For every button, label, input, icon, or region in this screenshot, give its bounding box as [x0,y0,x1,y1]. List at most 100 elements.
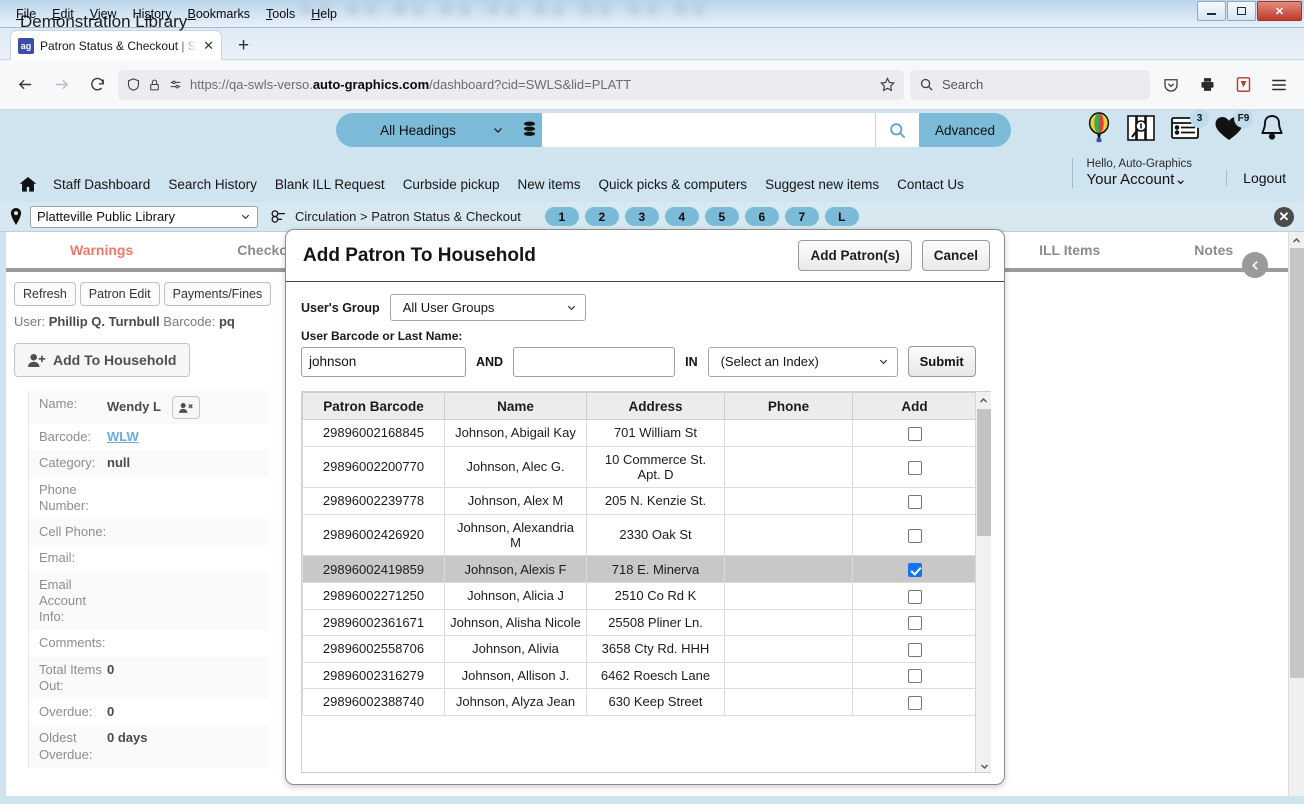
menu-help[interactable]: Help [303,5,345,23]
add-checkbox[interactable] [907,616,922,631]
payments-fines-button[interactable]: Payments/Fines [163,282,272,306]
query-input[interactable]: johnson [301,346,466,377]
heart-icon[interactable]: F9 [1214,108,1253,142]
pill-5[interactable]: 5 [704,207,739,226]
nav-link-new-items[interactable]: New items [509,177,590,192]
table-row[interactable]: 29896002558706 Johnson, Alivia 3658 Cty … [302,635,977,663]
table-row[interactable]: 29896002271250 Johnson, Alicia J 2510 Co… [302,582,977,610]
barcode-link[interactable]: WLW [107,429,139,444]
column-add[interactable]: Add [852,392,977,420]
cancel-button[interactable]: Cancel [921,240,990,271]
menu-bookmarks[interactable]: Bookmarks [180,5,259,23]
table-scrollbar-thumb[interactable] [977,409,991,536]
page-scrollbar-thumb[interactable] [1290,248,1304,678]
pocket-icon[interactable] [1156,70,1186,100]
advanced-search-button[interactable]: Advanced [919,113,1012,147]
home-icon[interactable] [18,175,38,194]
add-checkbox[interactable] [907,669,922,684]
menu-view[interactable]: View [82,5,125,23]
scroll-down-icon[interactable] [976,758,991,772]
table-row[interactable]: 29896002168845 Johnson, Abigail Kay 701 … [302,419,977,447]
add-checkbox[interactable] [907,563,922,577]
pill-4[interactable]: 4 [664,207,699,226]
print-icon[interactable] [1192,70,1222,100]
site-search-submit[interactable] [875,113,919,147]
nav-link-suggest-new-items[interactable]: Suggest new items [756,177,888,192]
table-row[interactable]: 29896002316279 Johnson, Allison J. 6462 … [302,661,977,690]
logout-link[interactable]: Logout [1226,170,1286,186]
new-tab-button[interactable]: + [238,36,249,55]
remove-household-member-icon[interactable] [172,396,201,419]
permissions-icon[interactable] [168,78,183,91]
add-checkbox[interactable] [907,460,922,475]
refresh-button[interactable]: Refresh [14,282,76,306]
pill-1[interactable]: 1 [544,207,579,226]
table-row[interactable]: 29896002388740 Johnson, Alyza Jean 630 K… [302,688,977,716]
pill-6[interactable]: 6 [744,207,779,226]
column-address[interactable]: Address [586,392,725,420]
collapse-panel-icon[interactable] [1242,252,1268,278]
table-row[interactable]: 29896002419859 Johnson, Alexis F 718 E. … [302,555,977,583]
add-checkbox[interactable] [907,642,922,657]
hamburger-menu-icon[interactable] [1264,70,1294,100]
browser-tab[interactable]: ag Patron Status & Checkout | SWL ✕ [10,30,222,60]
browser-search-box[interactable]: Search [910,69,1150,100]
query2-input[interactable] [513,346,676,377]
add-patrons-button[interactable]: Add Patron(s) [798,240,912,271]
close-icon[interactable]: ✕ [203,39,214,52]
address-bar[interactable]: https://qa-swls-verso.auto-graphics.com/… [118,69,904,100]
library-select[interactable]: Platteville Public Library [30,205,258,228]
add-checkbox[interactable] [907,589,922,604]
pill-l[interactable]: L [824,207,859,226]
bell-icon[interactable] [1258,113,1286,143]
menu-tools[interactable]: Tools [258,5,303,23]
headings-select[interactable]: All Headings [336,113,516,147]
add-checkbox[interactable] [907,695,922,710]
nav-link-staff-dashboard[interactable]: Staff Dashboard [44,177,159,192]
table-row[interactable]: 29896002239778 Johnson, Alex M 205 N. Ke… [302,487,977,515]
site-search-input[interactable] [542,113,875,147]
maximize-button[interactable] [1227,1,1256,21]
scroll-up-icon[interactable] [1289,232,1304,248]
account-menu[interactable]: Hello, Auto-Graphics Your Account⌄ [1071,158,1192,188]
table-row[interactable]: 29896002200770 Johnson, Alec G. 10 Comme… [302,445,977,489]
nav-link-curbside-pickup[interactable]: Curbside pickup [394,177,509,192]
page-scrollbar[interactable] [1288,232,1304,804]
tab-ill-items[interactable]: ILL Items [1015,242,1124,258]
add-to-household-button[interactable]: Add To Household [14,343,191,377]
menu-history[interactable]: History [125,5,180,23]
reload-icon[interactable] [82,70,112,100]
scroll-up-icon[interactable] [976,392,991,408]
index-select[interactable]: (Select an Index) [707,346,898,377]
add-checkbox[interactable] [907,494,922,509]
nav-link-blank-ill-request[interactable]: Blank ILL Request [266,177,394,192]
nav-link-contact-us[interactable]: Contact Us [888,177,973,192]
menu-file[interactable]: File [8,5,44,23]
bookmark-star-icon[interactable] [879,76,896,93]
back-icon[interactable] [10,70,40,100]
add-checkbox[interactable] [907,528,922,543]
pill-2[interactable]: 2 [584,207,619,226]
pill-3[interactable]: 3 [624,207,659,226]
column-name[interactable]: Name [444,392,587,420]
menu-edit[interactable]: Edit [44,5,82,23]
extension-icon[interactable] [1228,70,1258,100]
table-row[interactable]: 29896002361671 Johnson, Alisha Nicole 25… [302,608,977,637]
tab-warnings[interactable]: Warnings [46,242,157,258]
users-group-select[interactable]: All User Groups [389,294,586,321]
list-icon[interactable]: 3 [1170,109,1209,141]
balloon-icon[interactable] [1086,112,1112,144]
table-scrollbar[interactable] [975,392,991,772]
column-patron-barcode[interactable]: Patron Barcode [302,392,445,420]
close-window-button[interactable]: ✕ [1257,1,1302,21]
table-row[interactable]: 29896002426920 Johnson, Alexandria M 233… [302,513,977,557]
nav-link-search-history[interactable]: Search History [159,177,266,192]
pill-7[interactable]: 7 [784,207,819,226]
patron-edit-button[interactable]: Patron Edit [79,282,160,306]
column-phone[interactable]: Phone [724,392,853,420]
submit-button[interactable]: Submit [907,346,976,377]
close-session-icon[interactable]: ✕ [1274,207,1294,227]
nav-link-quick-picks[interactable]: Quick picks & computers [590,177,757,192]
database-icon[interactable] [516,113,542,147]
minimize-button[interactable] [1197,1,1226,21]
